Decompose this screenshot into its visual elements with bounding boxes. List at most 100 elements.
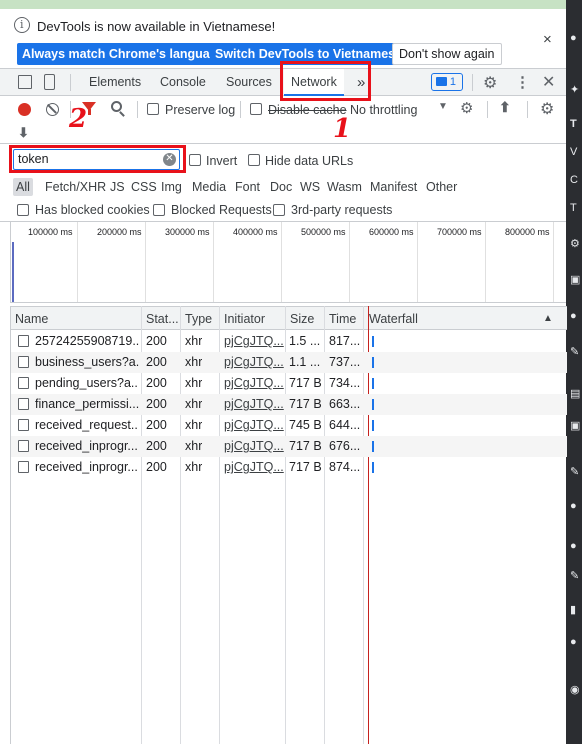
side-icon[interactable]: ⚙ (570, 238, 582, 250)
table-row[interactable]: received_inprogr... 200 xhr pjCgJTQ... 7… (11, 457, 567, 478)
tab-sources[interactable]: Sources (226, 69, 272, 96)
side-icon[interactable]: ✎ (570, 570, 582, 582)
type-filter-media[interactable]: Media (192, 178, 226, 196)
table-row[interactable]: received_request... 200 xhr pjCgJTQ... 7… (11, 415, 567, 436)
request-checkbox[interactable] (18, 377, 29, 389)
type-filter-font[interactable]: Font (235, 178, 260, 196)
issues-badge[interactable]: 1 (431, 73, 463, 91)
request-status: 200 (146, 439, 167, 453)
request-name[interactable]: received_request... (35, 418, 139, 432)
settings-gear-icon[interactable]: ⚙ (483, 73, 497, 93)
request-initiator-link[interactable]: pjCgJTQ... (224, 397, 284, 411)
table-row[interactable]: finance_permissi... 200 xhr pjCgJTQ... 7… (11, 394, 567, 415)
inspect-element-icon[interactable] (18, 75, 32, 89)
column-header-status[interactable]: Stat... (146, 312, 179, 326)
column-header-time[interactable]: Time (329, 312, 356, 326)
throttling-select[interactable]: No throttling (350, 103, 417, 117)
network-overview-timeline[interactable]: 100000 ms 200000 ms 300000 ms 400000 ms … (10, 222, 566, 303)
request-initiator-link[interactable]: pjCgJTQ... (224, 439, 284, 453)
side-icon[interactable]: ◉ (570, 684, 582, 696)
column-header-name[interactable]: Name (15, 312, 48, 326)
record-icon[interactable] (18, 103, 31, 116)
type-filter-ws[interactable]: WS (300, 178, 320, 196)
request-checkbox[interactable] (18, 335, 29, 347)
side-icon[interactable]: ▮ (570, 604, 582, 616)
more-options-icon[interactable]: ⋮ (515, 73, 530, 91)
type-filter-wasm[interactable]: Wasm (327, 178, 362, 196)
request-checkbox[interactable] (18, 356, 29, 368)
toolbar-divider (487, 101, 488, 118)
third-party-checkbox[interactable] (273, 204, 285, 216)
type-filter-manifest[interactable]: Manifest (370, 178, 417, 196)
network-settings-gear-icon[interactable]: ⚙ (540, 99, 554, 119)
type-filter-fetch-xhr[interactable]: Fetch/XHR (45, 178, 106, 196)
column-header-waterfall[interactable]: Waterfall (369, 312, 418, 326)
request-initiator-link[interactable]: pjCgJTQ... (224, 418, 284, 432)
request-size: 717 B (289, 376, 322, 390)
request-name[interactable]: 25724255908719... (35, 334, 139, 348)
pin-icon[interactable]: ✦ (570, 84, 582, 96)
request-name[interactable]: business_users?a... (35, 355, 139, 369)
column-header-size[interactable]: Size (290, 312, 314, 326)
table-row[interactable]: 25724255908719... 200 xhr pjCgJTQ... 1.5… (11, 331, 567, 352)
request-initiator-link[interactable]: pjCgJTQ... (224, 376, 284, 390)
dont-show-again-button[interactable]: Don't show again (392, 43, 502, 65)
disable-cache-checkbox[interactable] (250, 103, 262, 115)
sort-ascending-icon[interactable]: ▲ (543, 313, 553, 324)
preserve-log-checkbox[interactable] (147, 103, 159, 115)
side-icon[interactable]: ● (570, 500, 582, 512)
request-name[interactable]: finance_permissi... (35, 397, 139, 411)
clear-icon[interactable] (46, 103, 59, 116)
side-icon[interactable]: ✎ (570, 346, 582, 358)
request-initiator-link[interactable]: pjCgJTQ... (224, 334, 284, 348)
overview-tick: 100000 ms (28, 227, 73, 237)
chevron-down-icon[interactable]: ▼ (438, 101, 448, 112)
export-har-icon[interactable]: ⬇ (18, 125, 29, 141)
table-row[interactable]: received_inprogr... 200 xhr pjCgJTQ... 7… (11, 436, 567, 457)
side-icon[interactable]: ● (570, 636, 582, 648)
blocked-cookies-checkbox[interactable] (17, 204, 29, 216)
search-icon[interactable] (111, 101, 122, 112)
request-name[interactable]: received_inprogr... (35, 439, 139, 453)
close-devtools-icon[interactable]: ✕ (542, 72, 555, 92)
request-name[interactable]: pending_users?a... (35, 376, 139, 390)
table-row[interactable]: business_users?a... 200 xhr pjCgJTQ... 1… (11, 352, 567, 373)
type-filter-all[interactable]: All (13, 178, 33, 196)
always-match-language-button[interactable]: Always match Chrome's language (17, 43, 230, 65)
request-checkbox[interactable] (18, 440, 29, 452)
type-filter-doc[interactable]: Doc (270, 178, 292, 196)
side-icon[interactable]: ● (570, 32, 582, 44)
device-toolbar-icon[interactable] (44, 74, 55, 90)
tab-elements[interactable]: Elements (89, 69, 141, 96)
request-initiator-link[interactable]: pjCgJTQ... (224, 355, 284, 369)
blocked-requests-checkbox[interactable] (153, 204, 165, 216)
type-filter-js[interactable]: JS (110, 178, 125, 196)
side-icon[interactable]: ● (570, 310, 582, 322)
column-header-type[interactable]: Type (185, 312, 212, 326)
request-name[interactable]: received_inprogr... (35, 460, 139, 474)
type-filter-css[interactable]: CSS (131, 178, 157, 196)
table-row[interactable]: pending_users?a... 200 xhr pjCgJTQ... 71… (11, 373, 567, 394)
type-filter-img[interactable]: Img (161, 178, 182, 196)
side-icon[interactable]: ▣ (570, 420, 582, 432)
side-icon[interactable]: ▤ (570, 388, 582, 400)
side-icon[interactable]: ▣ (570, 274, 582, 286)
overview-gridline (485, 222, 486, 302)
request-initiator-link[interactable]: pjCgJTQ... (224, 460, 284, 474)
type-filter-other[interactable]: Other (426, 178, 457, 196)
request-checkbox[interactable] (18, 398, 29, 410)
request-checkbox[interactable] (18, 419, 29, 431)
tab-console[interactable]: Console (160, 69, 206, 96)
side-icon[interactable]: ✎ (570, 466, 582, 478)
column-header-initiator[interactable]: Initiator (224, 312, 265, 326)
network-conditions-icon[interactable]: ⚙ (460, 99, 473, 117)
import-har-icon[interactable]: ⬆ (499, 99, 511, 116)
annotation-box-network-tab (280, 61, 371, 101)
side-icon[interactable]: ● (570, 540, 582, 552)
request-type: xhr (185, 355, 203, 369)
request-checkbox[interactable] (18, 461, 29, 473)
invert-checkbox[interactable] (189, 154, 201, 166)
close-icon[interactable]: × (543, 31, 552, 48)
hide-data-urls-checkbox[interactable] (248, 154, 260, 166)
overview-gridline (213, 222, 214, 302)
